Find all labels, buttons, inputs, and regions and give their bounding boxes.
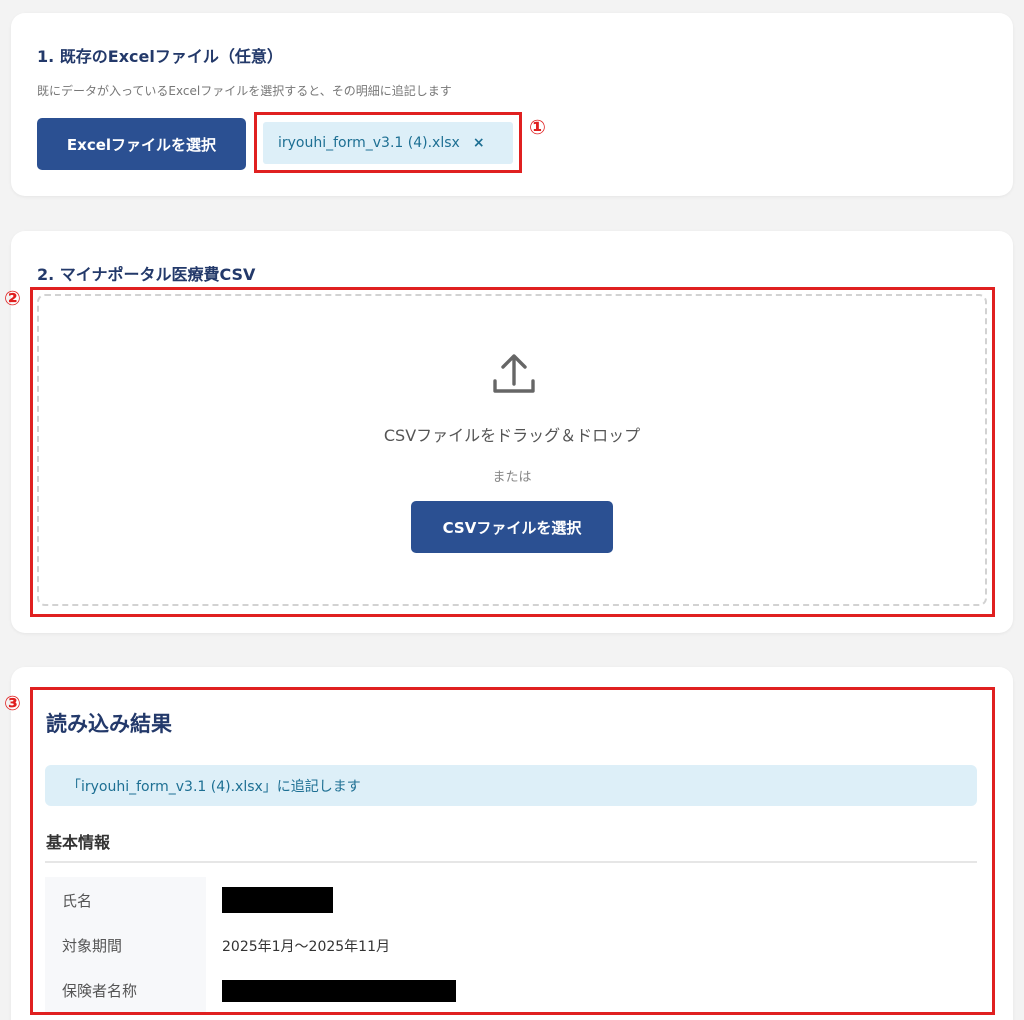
annotation-marker-2: ② <box>4 286 21 310</box>
result-title: 読み込み結果 <box>46 712 172 736</box>
select-excel-button[interactable]: Excelファイルを選択 <box>37 118 246 170</box>
result-section-card: 読み込み結果 「iryouhi_form_v3.1 (4).xlsx」に追記しま… <box>11 667 1013 1020</box>
info-value <box>206 968 977 1013</box>
upload-icon <box>493 354 535 393</box>
csv-dropzone[interactable]: CSVファイルをドラッグ＆ドロップ または CSVファイルを選択 <box>37 294 987 606</box>
selected-file-chip: iryouhi_form_v3.1 (4).xlsx × <box>263 122 513 164</box>
drop-instruction: CSVファイルをドラッグ＆ドロップ <box>383 426 641 445</box>
csv-section-card: 2. マイナポータル医療費CSV CSVファイルをドラッグ＆ドロップ または C… <box>11 231 1013 633</box>
excel-section-description: 既にデータが入っているExcelファイルを選択すると、その明細に追記します <box>37 84 452 98</box>
info-label: 保険者名称 <box>45 968 206 1013</box>
info-row-name: 氏名 <box>45 877 977 923</box>
excel-section-title: 1. 既存のExcelファイル（任意） <box>37 47 283 66</box>
annotation-marker-1: ① <box>529 115 546 139</box>
redacted-insurer <box>222 979 456 1002</box>
append-info-banner: 「iryouhi_form_v3.1 (4).xlsx」に追記します <box>45 765 977 806</box>
info-value: 2025年1月〜2025年11月 <box>222 938 390 955</box>
select-csv-button[interactable]: CSVファイルを選択 <box>411 501 613 553</box>
section-divider <box>45 861 977 863</box>
info-row-insurer: 保険者名称 <box>45 968 977 1013</box>
info-value <box>206 877 977 923</box>
annotation-marker-3: ③ <box>4 691 21 715</box>
redacted-name <box>222 887 333 913</box>
excel-section-card: 1. 既存のExcelファイル（任意） 既にデータが入っているExcelファイル… <box>11 13 1013 196</box>
csv-section-title: 2. マイナポータル医療費CSV <box>37 265 256 284</box>
basic-info-table: 氏名 対象期間 2025年1月〜2025年11月 保険者名称 <box>45 877 977 1013</box>
basic-info-heading: 基本情報 <box>46 833 111 852</box>
or-separator: または <box>492 470 532 485</box>
selected-file-name: iryouhi_form_v3.1 (4).xlsx <box>278 135 460 151</box>
info-label: 対象期間 <box>45 923 206 968</box>
remove-file-icon[interactable]: × <box>473 135 485 151</box>
info-label: 氏名 <box>45 877 206 923</box>
info-row-period: 対象期間 2025年1月〜2025年11月 <box>45 923 977 968</box>
